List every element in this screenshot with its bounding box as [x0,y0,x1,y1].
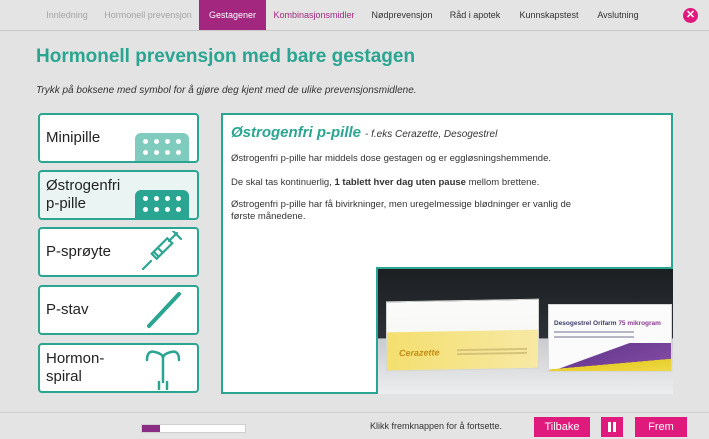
method-card-ostrogenfri-p-pille[interactable]: Østrogenfri p-pille [38,170,199,220]
pill-pack-icon [135,190,189,218]
pause-button[interactable] [601,417,623,437]
method-label: Minipille [46,129,101,146]
cerazette-box: Cerazette [386,298,539,372]
pill-pack-icon [135,133,189,161]
method-label: P-stav [46,301,89,318]
page-title: Hormonell prevensjon med bare gestagen [36,46,416,67]
progress-bar [141,424,246,433]
continue-hint: Klikk fremknappen for å fortsette. [370,421,503,431]
top-navigation: Innledning Hormonell prevensjon Gestagen… [0,0,709,31]
method-label: P-sprøyte [46,243,112,260]
method-card-p-sproyte[interactable]: P-sprøyte [38,227,199,277]
method-card-minipille[interactable]: Minipille [38,113,199,163]
detail-subtitle: - f.eks Cerazette, Desogestrel [365,129,498,140]
desogestrel-box: Desogestrel Orifarm 75 mikrogram [548,304,672,372]
progress-fill [142,425,160,432]
nav-item-hormonell-prevensjon[interactable]: Hormonell prevensjon [101,0,195,30]
instruction-text: Trykk på boksene med symbol for å gjøre … [36,85,417,96]
desogestrel-brand: Desogestrel Orifarm 75 mikrogram [554,320,661,327]
detail-paragraph-2: De skal tas kontinuerlig, 1 tablett hver… [231,177,540,188]
method-card-hormonspiral[interactable]: Hormon- spiral [38,343,199,393]
detail-paragraph-1: Østrogenfri p-pille har middels dose ges… [231,153,552,164]
method-label: Hormon- spiral [46,350,105,385]
iud-icon [145,350,181,390]
product-photo: Cerazette Desogestrel Orifarm 75 mikrogr… [376,267,673,394]
detail-title: Østrogenfri p-pille [231,124,362,141]
nav-item-rad-i-apotek[interactable]: Råd i apotek [446,0,504,30]
nav-item-innledning[interactable]: Innledning [36,0,98,30]
back-button[interactable]: Tilbake [534,417,590,437]
implant-rod-icon [147,292,181,328]
method-label: Østrogenfri p-pille [46,177,121,212]
nav-item-kunnskapstest[interactable]: Kunnskapstest [515,0,583,30]
detail-panel: Østrogenfri p-pille - f.eks Cerazette, De… [221,113,673,394]
detail-heading: Østrogenfri p-pille - f.eks Cerazette, De… [231,124,497,142]
pause-icon [608,422,616,432]
method-card-p-stav[interactable]: P-stav [38,285,199,335]
close-icon[interactable]: ✕ [683,8,698,23]
nav-item-nodprevensjon[interactable]: Nødprevensjon [365,0,439,30]
next-button[interactable]: Frem [635,417,687,437]
detail-paragraph-3: Østrogenfri p-pille har få bivirkninger,… [231,199,572,222]
nav-item-gestagener[interactable]: Gestagener [199,0,266,30]
nav-item-kombinasjonsmidler[interactable]: Kombinasjonsmidler [270,0,358,30]
nav-item-avslutning[interactable]: Avslutning [592,0,644,30]
cerazette-brand: Cerazette [399,347,440,359]
bottom-bar: Klikk fremknappen for å fortsette. Tilba… [0,412,709,439]
syringe-icon [141,231,183,271]
